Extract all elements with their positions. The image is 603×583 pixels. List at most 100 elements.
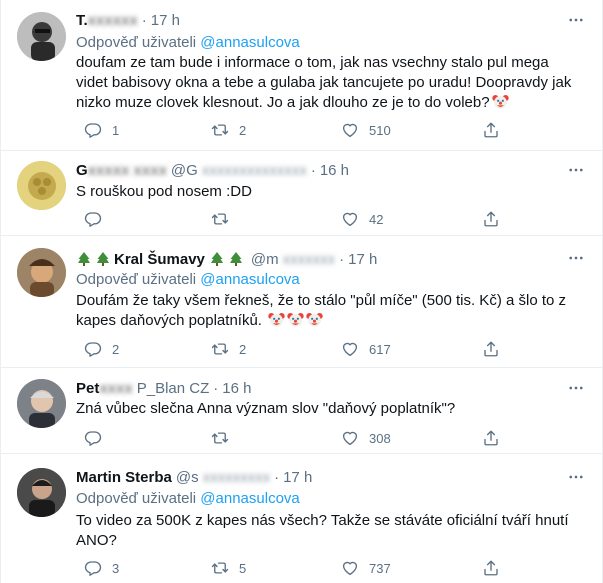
like-icon: [341, 340, 359, 358]
reply-button[interactable]: 2: [80, 337, 119, 361]
clown-emoji: [268, 311, 285, 328]
reply-context: Odpověď uživateli @annasulcova: [76, 271, 300, 288]
clown-emoji: [287, 311, 304, 328]
more-icon[interactable]: [564, 468, 588, 486]
avatar[interactable]: [17, 379, 66, 428]
like-icon: [341, 429, 359, 447]
reply-icon: [84, 121, 102, 139]
reply-handle-link[interactable]: @annasulcova: [200, 34, 299, 51]
share-icon: [482, 121, 500, 139]
reply-label: Odpověď uživateli: [76, 490, 197, 507]
reply-button[interactable]: 1: [80, 118, 119, 142]
more-icon[interactable]: [564, 11, 588, 29]
reply-button[interactable]: [80, 426, 112, 450]
tweet-4[interactable]: Pet xxxx P_Blan CZ · 16 h Zná vůbec sleč…: [1, 368, 602, 454]
display-name[interactable]: G: [76, 162, 88, 179]
tweet-1[interactable]: T. xxxxxx · 17 h Odpověď uživateli @anna…: [1, 0, 602, 151]
tweet-text: Doufám že taky všem řekneš, že to stálo …: [76, 291, 576, 331]
timestamp[interactable]: 17 h: [348, 251, 377, 268]
like-button[interactable]: 617: [337, 337, 391, 361]
display-name[interactable]: Kral Šumavy: [114, 251, 205, 268]
blurred-handle: xxxxxxxxx: [202, 468, 271, 486]
like-count: 617: [369, 341, 391, 357]
share-button[interactable]: [478, 426, 504, 450]
more-icon[interactable]: [564, 379, 588, 397]
reply-icon: [84, 210, 102, 228]
retweet-count: 2: [239, 341, 247, 357]
like-count: 737: [369, 560, 391, 576]
reply-count: 2: [112, 341, 120, 357]
separator-dot: ·: [274, 468, 280, 486]
tweet-text: doufam ze tam bude i informace o tom, ja…: [76, 53, 576, 113]
more-icon[interactable]: [564, 249, 588, 267]
share-button[interactable]: [478, 337, 504, 361]
reply-icon: [84, 340, 102, 358]
tree-emoji: [228, 251, 244, 267]
separator-dot: ·: [310, 161, 316, 179]
reply-button[interactable]: [80, 207, 112, 231]
reply-handle-link[interactable]: @annasulcova: [200, 490, 299, 507]
avatar[interactable]: [17, 468, 66, 517]
action-bar: 308: [67, 426, 502, 450]
tweet-text: Zná vůbec slečna Anna význam slov "daňov…: [76, 400, 456, 417]
retweet-button[interactable]: [207, 207, 239, 231]
like-button[interactable]: 737: [337, 556, 391, 580]
share-button[interactable]: [478, 118, 504, 142]
tree-emoji: [76, 251, 92, 267]
action-bar: 1 2 510: [67, 118, 502, 142]
separator-dot: ·: [339, 250, 345, 268]
retweet-icon: [211, 210, 229, 228]
tweet-2[interactable]: G xxxxx xxxx @G xxxxxxxxxxxxxx · 16 h S …: [1, 151, 602, 236]
retweet-icon: [211, 559, 229, 577]
blurred-name: xxxxxx: [87, 11, 138, 29]
blurred-name: xxxxx xxxx: [87, 161, 167, 179]
retweet-button[interactable]: 2: [207, 118, 246, 142]
share-icon: [482, 210, 500, 228]
display-name[interactable]: Pet: [76, 380, 99, 397]
reply-count: 1: [112, 122, 120, 138]
share-button[interactable]: [478, 556, 504, 580]
share-icon: [482, 559, 500, 577]
tweet-header: G xxxxx xxxx @G xxxxxxxxxxxxxx · 16 h: [76, 161, 349, 179]
share-button[interactable]: [478, 207, 504, 231]
separator-dot: ·: [213, 379, 219, 397]
like-button[interactable]: 510: [337, 118, 391, 142]
more-icon[interactable]: [564, 161, 588, 179]
reply-icon: [84, 559, 102, 577]
tweet-3[interactable]: Kral Šumavy @m xxxxxxx · 17 h Odpověď už…: [1, 236, 602, 368]
reply-button[interactable]: 3: [80, 556, 119, 580]
reply-handle-link[interactable]: @annasulcova: [200, 271, 299, 288]
like-count: 308: [369, 430, 391, 446]
retweet-count: 5: [239, 560, 247, 576]
avatar[interactable]: [17, 161, 66, 210]
reply-label: Odpověď uživateli: [76, 34, 197, 51]
timestamp[interactable]: 16 h: [222, 380, 251, 397]
action-bar: 42: [67, 207, 502, 231]
tweet-5[interactable]: Martin Sterba @s xxxxxxxxx · 17 h Odpově…: [1, 454, 602, 583]
handle: @G: [170, 161, 198, 179]
like-count: 42: [369, 211, 384, 227]
blurred-name: xxxx: [99, 379, 133, 397]
like-button[interactable]: 308: [337, 426, 391, 450]
retweet-icon: [211, 121, 229, 139]
timestamp[interactable]: 16 h: [320, 162, 349, 179]
like-button[interactable]: 42: [337, 207, 383, 231]
timestamp[interactable]: 17 h: [283, 469, 312, 486]
display-name[interactable]: Martin Sterba: [76, 469, 172, 486]
reply-icon: [84, 429, 102, 447]
retweet-button[interactable]: [207, 426, 239, 450]
separator-dot: ·: [141, 11, 147, 29]
reply-label: Odpověď uživateli: [76, 271, 197, 288]
retweet-button[interactable]: 5: [207, 556, 246, 580]
avatar[interactable]: [17, 248, 66, 297]
reply-context: Odpověď uživateli @annasulcova: [76, 34, 300, 51]
timestamp[interactable]: 17 h: [151, 12, 180, 29]
like-icon: [341, 210, 359, 228]
reply-count: 3: [112, 560, 120, 576]
display-name[interactable]: T.: [76, 12, 88, 29]
retweet-button[interactable]: 2: [207, 337, 246, 361]
blurred-handle: xxxxxxx: [282, 250, 336, 268]
share-icon: [482, 429, 500, 447]
reply-feed: T. xxxxxx · 17 h Odpověď uživateli @anna…: [0, 0, 603, 583]
avatar[interactable]: [17, 12, 66, 61]
